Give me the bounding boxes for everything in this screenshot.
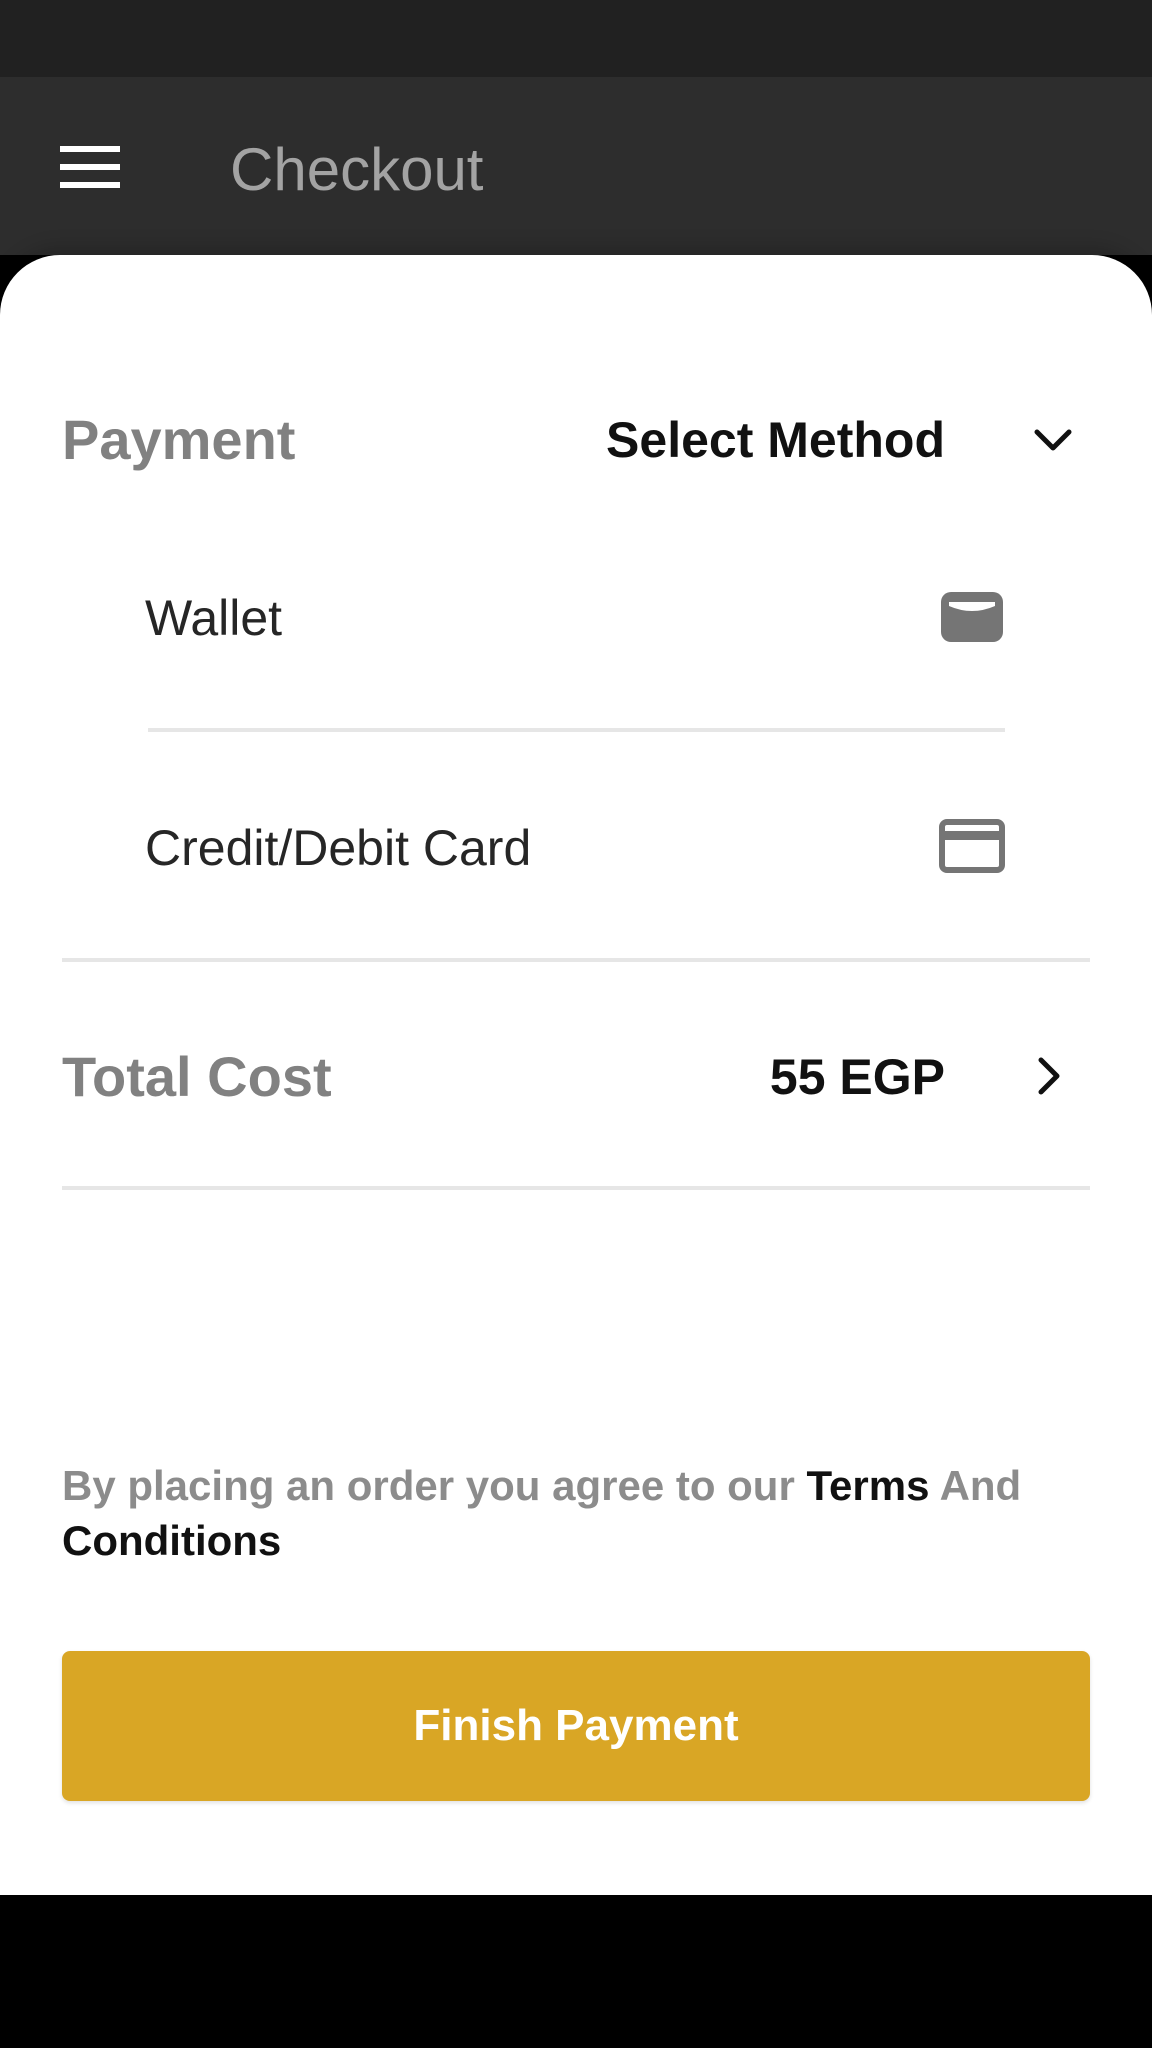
status-bar: [0, 0, 1152, 77]
page-title: Checkout: [230, 136, 484, 203]
navigation-bar: [0, 1895, 1152, 2048]
total-cost-row[interactable]: 55 EGP: [700, 1036, 1085, 1116]
select-method-label: Select Method: [606, 412, 945, 468]
payment-label: Payment: [62, 408, 296, 471]
wallet-label: Wallet: [145, 590, 283, 646]
conditions-link[interactable]: Conditions: [62, 1517, 281, 1564]
hamburger-menu-icon: [60, 146, 120, 188]
card-label: Credit/Debit Card: [145, 820, 532, 876]
app-bar: [0, 77, 1152, 255]
section-divider: [62, 958, 1090, 962]
terms-prefix: By placing an order you agree to our: [62, 1462, 795, 1509]
chevron-down-icon: [1034, 429, 1072, 451]
terms-and: And: [939, 1462, 1022, 1509]
wallet-divider: [148, 728, 1005, 732]
terms-link[interactable]: Terms: [806, 1462, 929, 1509]
total-cost-label: Total Cost: [62, 1045, 332, 1108]
total-cost-value: 55 EGP: [769, 1049, 945, 1105]
payment-method-wallet[interactable]: Wallet: [145, 558, 1005, 678]
credit-card-icon: [939, 819, 1005, 873]
terms-notice: By placing an order you agree to our Ter…: [62, 1458, 1092, 1568]
menu-button[interactable]: [48, 122, 132, 212]
select-method-dropdown[interactable]: Select Method: [520, 400, 1085, 480]
wallet-icon: [941, 592, 1003, 642]
chevron-right-icon: [1038, 1057, 1060, 1095]
finish-payment-button[interactable]: Finish Payment: [62, 1651, 1090, 1801]
section-divider: [62, 1186, 1090, 1190]
payment-method-card[interactable]: Credit/Debit Card: [145, 788, 1005, 908]
